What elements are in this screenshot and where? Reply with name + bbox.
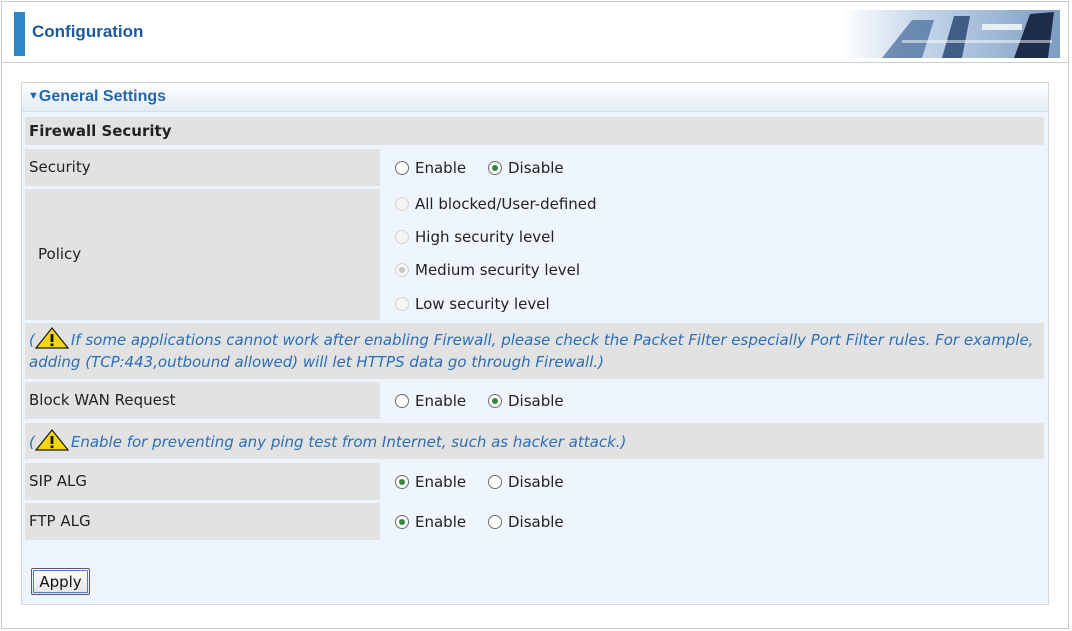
page-title: Configuration: [32, 22, 144, 41]
policy-option-label: All blocked/User-defined: [415, 195, 597, 213]
ftp-alg-enable-label[interactable]: Enable: [415, 513, 466, 531]
panel-title: General Settings: [38, 88, 167, 105]
panel-header[interactable]: ▼General Settings: [22, 83, 1048, 112]
policy-low-radio[interactable]: [395, 297, 409, 311]
policy-high-radio[interactable]: [395, 230, 409, 244]
ftp-alg-disable-radio[interactable]: [488, 515, 502, 529]
triangle-down-icon: ▼: [28, 90, 39, 102]
banner-image: [842, 10, 1060, 58]
sip-alg-disable-label[interactable]: Disable: [508, 473, 564, 491]
ping-note-row: (Enable for preventing any ping test fro…: [25, 423, 1044, 459]
block-wan-enable-radio[interactable]: [395, 394, 409, 408]
security-row: Security Enable Disable: [25, 149, 1044, 186]
warning-icon: [34, 327, 69, 349]
policy-option-label: Low security level: [415, 295, 550, 313]
policy-all-blocked-radio[interactable]: [395, 197, 409, 211]
security-enable-radio[interactable]: [395, 161, 409, 175]
ftp-alg-row: FTP ALG Enable Disable: [25, 503, 1044, 540]
policy-option-label: High security level: [415, 228, 555, 246]
policy-row: Policy All blocked/User-defined High sec…: [25, 189, 1044, 320]
firewall-note: (If some applications cannot work after …: [29, 327, 1039, 373]
general-settings-panel: ▼General Settings Firewall Security Secu…: [21, 82, 1049, 605]
policy-label: Policy: [38, 245, 82, 263]
ftp-alg-disable-label[interactable]: Disable: [508, 513, 564, 531]
section-title: Firewall Security: [29, 122, 172, 140]
block-wan-label: Block WAN Request: [29, 391, 176, 409]
sip-alg-enable-radio[interactable]: [395, 475, 409, 489]
sip-alg-enable-label[interactable]: Enable: [415, 473, 466, 491]
ping-note: (Enable for preventing any ping test fro…: [29, 429, 1039, 453]
ftp-alg-enable-radio[interactable]: [395, 515, 409, 529]
firewall-note-row: (If some applications cannot work after …: [25, 323, 1044, 379]
title-accent-bar: [14, 12, 25, 56]
sip-alg-label: SIP ALG: [29, 472, 88, 490]
ftp-alg-label: FTP ALG: [29, 512, 91, 530]
apply-button[interactable]: Apply: [31, 568, 90, 595]
block-wan-disable-label[interactable]: Disable: [508, 392, 564, 410]
security-enable-label[interactable]: Enable: [415, 159, 466, 177]
security-disable-radio[interactable]: [488, 161, 502, 175]
sip-alg-row: SIP ALG Enable Disable: [25, 463, 1044, 500]
page-header: Configuration: [2, 2, 1068, 63]
policy-option-label: Medium security level: [415, 261, 581, 279]
block-wan-enable-label[interactable]: Enable: [415, 392, 466, 410]
sip-alg-disable-radio[interactable]: [488, 475, 502, 489]
policy-medium-radio[interactable]: [395, 263, 409, 277]
block-wan-row: Block WAN Request Enable Disable: [25, 382, 1044, 419]
block-wan-disable-radio[interactable]: [488, 394, 502, 408]
security-label: Security: [29, 158, 91, 176]
warning-icon: [34, 429, 69, 451]
security-disable-label[interactable]: Disable: [508, 159, 564, 177]
section-header: Firewall Security: [25, 117, 1044, 145]
